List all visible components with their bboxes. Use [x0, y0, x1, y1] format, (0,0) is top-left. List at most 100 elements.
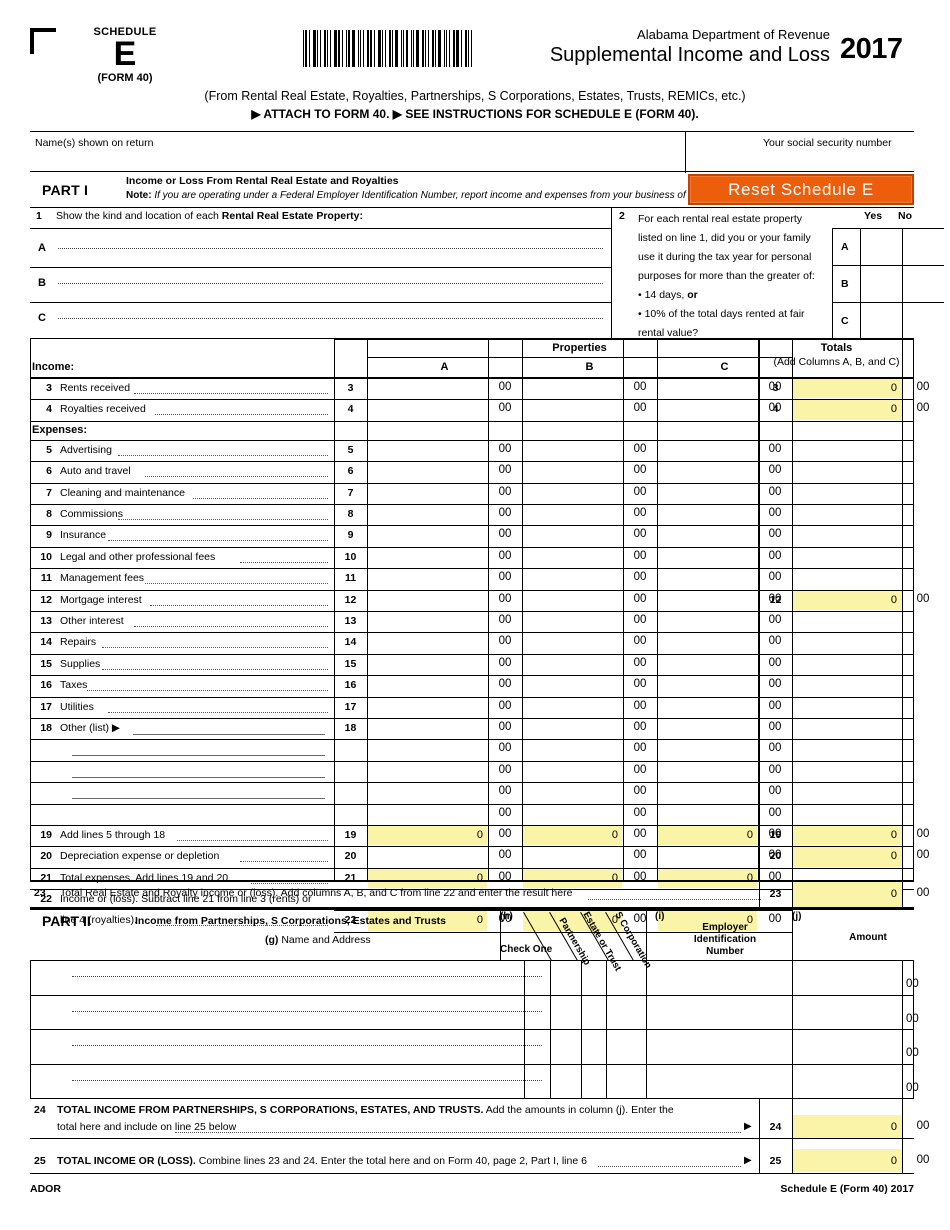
amount-input-b-16[interactable]	[523, 676, 622, 695]
amount-input-b-6[interactable]	[523, 462, 622, 481]
part2-name-address-input-3[interactable]	[72, 1079, 542, 1081]
yes-checkbox-b[interactable]	[861, 266, 902, 302]
amount-input-c-x103[interactable]	[658, 805, 757, 824]
part2-ein-input-0[interactable]	[648, 962, 790, 993]
amount-input-a-11[interactable]	[368, 569, 487, 588]
amount-input-c-9[interactable]	[658, 526, 757, 545]
amount-input-c-7[interactable]	[658, 484, 757, 503]
part2-ein-input-1[interactable]	[648, 997, 790, 1028]
amount-input-a-20[interactable]	[368, 847, 487, 866]
amount-input-c-x101[interactable]	[658, 762, 757, 781]
part2-type-checkbox-0-row1[interactable]	[525, 997, 550, 1028]
part2-type-checkbox-2-row2[interactable]	[582, 1031, 606, 1062]
reset-schedule-button[interactable]: Reset Schedule E	[688, 174, 914, 205]
amount-input-b-11[interactable]	[523, 569, 622, 588]
no-checkbox-c[interactable]	[903, 303, 944, 339]
amount-input-c-14[interactable]	[658, 633, 757, 652]
amount-input-b-3[interactable]	[523, 379, 622, 398]
ssn-input[interactable]	[690, 152, 910, 170]
part2-amount-input-0[interactable]	[794, 962, 900, 993]
amount-input-c-8[interactable]	[658, 505, 757, 524]
property-address-input-b[interactable]	[58, 283, 603, 284]
part2-amount-input-3[interactable]	[794, 1066, 900, 1097]
amount-input-c-x102[interactable]	[658, 783, 757, 802]
yes-checkbox-c[interactable]	[861, 303, 902, 339]
part2-name-address-input-0[interactable]	[72, 976, 542, 977]
part2-ein-input-3[interactable]	[648, 1066, 790, 1097]
amount-input-c-11[interactable]	[658, 569, 757, 588]
no-checkbox-a[interactable]	[903, 229, 944, 265]
amount-input-c-20[interactable]	[658, 847, 757, 866]
amount-input-b-17[interactable]	[523, 698, 622, 717]
amount-input-c-17[interactable]	[658, 698, 757, 717]
amount-input-a-12[interactable]	[368, 591, 487, 610]
amount-input-b-18[interactable]	[523, 719, 622, 738]
part2-type-checkbox-2-row1[interactable]	[582, 997, 606, 1028]
amount-input-b-15[interactable]	[523, 655, 622, 674]
amount-input-b-x100[interactable]	[523, 740, 622, 759]
amount-input-b-x101[interactable]	[523, 762, 622, 781]
amount-input-a-6[interactable]	[368, 462, 487, 481]
other-list-input-1[interactable]	[133, 734, 325, 735]
amount-input-c-3[interactable]	[658, 379, 757, 398]
part2-type-checkbox-1-row1[interactable]	[551, 997, 581, 1028]
other-list-input-3[interactable]	[72, 776, 325, 778]
part2-amount-input-1[interactable]	[794, 997, 900, 1028]
amount-input-b-x103[interactable]	[523, 805, 622, 824]
amount-input-b-8[interactable]	[523, 505, 622, 524]
amount-input-a-x103[interactable]	[368, 805, 487, 824]
part2-ein-input-2[interactable]	[648, 1031, 790, 1062]
part2-name-address-input-1[interactable]	[72, 1010, 542, 1012]
amount-input-c-6[interactable]	[658, 462, 757, 481]
amount-input-b-12[interactable]	[523, 591, 622, 610]
amount-input-c-12[interactable]	[658, 591, 757, 610]
amount-input-b-7[interactable]	[523, 484, 622, 503]
amount-input-b-14[interactable]	[523, 633, 622, 652]
amount-input-a-x102[interactable]	[368, 783, 487, 802]
property-address-input-a[interactable]	[58, 248, 603, 249]
part2-name-address-input-2[interactable]	[72, 1045, 542, 1046]
amount-input-a-7[interactable]	[368, 484, 487, 503]
amount-input-c-x100[interactable]	[658, 740, 757, 759]
part2-type-checkbox-2-row0[interactable]	[582, 962, 606, 993]
amount-input-a-x101[interactable]	[368, 762, 487, 781]
amount-input-a-14[interactable]	[368, 633, 487, 652]
amount-input-b-4[interactable]	[523, 400, 622, 419]
amount-input-a-9[interactable]	[368, 526, 487, 545]
amount-input-b-10[interactable]	[523, 548, 622, 567]
part2-type-checkbox-0-row3[interactable]	[525, 1066, 550, 1097]
amount-input-a-13[interactable]	[368, 612, 487, 631]
amount-input-a-16[interactable]	[368, 676, 487, 695]
amount-input-a-17[interactable]	[368, 698, 487, 717]
amount-input-a-18[interactable]	[368, 719, 487, 738]
amount-input-c-15[interactable]	[658, 655, 757, 674]
part2-type-checkbox-1-row3[interactable]	[551, 1066, 581, 1097]
name-input[interactable]	[35, 152, 675, 170]
amount-input-c-4[interactable]	[658, 400, 757, 419]
amount-input-a-8[interactable]	[368, 505, 487, 524]
amount-input-b-9[interactable]	[523, 526, 622, 545]
other-list-input-4[interactable]	[72, 798, 325, 800]
amount-input-a-x100[interactable]	[368, 740, 487, 759]
amount-input-c-13[interactable]	[658, 612, 757, 631]
no-checkbox-b[interactable]	[903, 266, 944, 302]
yes-checkbox-a[interactable]	[861, 229, 902, 265]
amount-input-c-10[interactable]	[658, 548, 757, 567]
amount-input-a-10[interactable]	[368, 548, 487, 567]
amount-input-b-x102[interactable]	[523, 783, 622, 802]
other-list-input-2[interactable]	[72, 755, 325, 757]
part2-type-checkbox-0-row0[interactable]	[525, 962, 550, 993]
amount-input-a-15[interactable]	[368, 655, 487, 674]
amount-input-b-5[interactable]	[523, 441, 622, 460]
part2-type-checkbox-2-row3[interactable]	[582, 1066, 606, 1097]
amount-input-a-5[interactable]	[368, 441, 487, 460]
property-address-input-c[interactable]	[58, 318, 603, 319]
amount-input-c-16[interactable]	[658, 676, 757, 695]
amount-input-c-18[interactable]	[658, 719, 757, 738]
amount-input-a-3[interactable]	[368, 379, 487, 398]
part2-type-checkbox-1-row0[interactable]	[551, 962, 581, 993]
amount-input-b-13[interactable]	[523, 612, 622, 631]
amount-input-c-5[interactable]	[658, 441, 757, 460]
part2-amount-input-2[interactable]	[794, 1031, 900, 1062]
amount-input-a-4[interactable]	[368, 400, 487, 419]
